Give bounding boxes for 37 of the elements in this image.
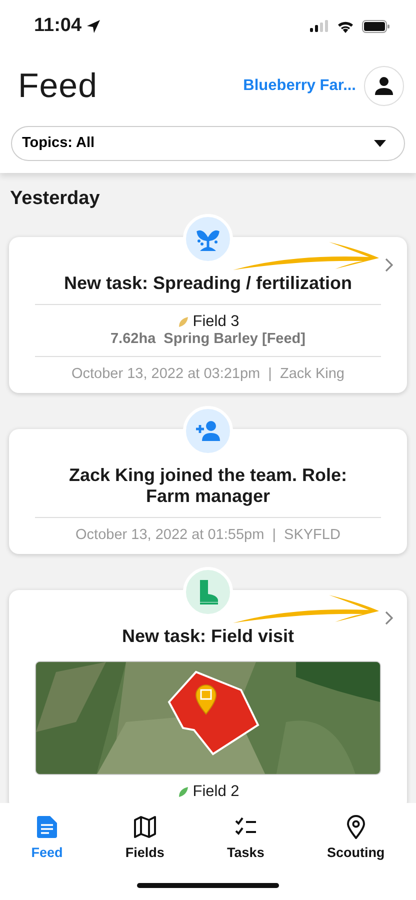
field-details: 7.62ha Spring Barley [Feed] [109, 330, 306, 348]
card-title: New task: Field visit [120, 626, 296, 646]
leaf-icon [176, 786, 189, 798]
chevron-right-icon [385, 258, 393, 272]
map-icon [134, 816, 156, 838]
section-heading: Yesterday [10, 187, 101, 211]
card-title: New task: Spreading / fertilization [62, 272, 354, 294]
tab-item[interactable]: Scouting [326, 815, 385, 864]
topics-dropdown[interactable]: Topics: All [11, 126, 405, 161]
card-meta: October 13, 2022 at 03:21pm | Zack King [70, 364, 346, 382]
profile-button[interactable] [364, 66, 404, 106]
document-icon [37, 816, 58, 838]
card-meta: October 13, 2022 at 01:55pm | SKYFLD [74, 526, 342, 544]
field-name: Field 2 [192, 782, 240, 800]
boot-icon [197, 578, 219, 604]
chevron-right-icon [385, 610, 393, 624]
person-icon [374, 76, 394, 96]
wifi-icon [337, 20, 354, 32]
tab-item[interactable]: Fields [125, 815, 164, 864]
signal-icon [310, 20, 329, 32]
checklist-icon [234, 817, 257, 837]
field-name: Field 3 [192, 312, 240, 330]
tab-item[interactable]: Feed [31, 815, 63, 864]
tab-item[interactable]: Tasks [227, 815, 264, 864]
leaf-icon [176, 316, 189, 328]
card-title: Zack King joined the team. Role: Farm manager [68, 464, 348, 506]
battery-icon [362, 20, 390, 32]
status-time: 11:04 [34, 14, 82, 38]
feed-card[interactable]: New task: Spreading / fertilization Field 3 7.62ha Spring Barley [Feed] October 13, 2022 at 03:21pm | Zack King [9, 236, 407, 392]
location-pin-icon [346, 815, 365, 839]
feed-card[interactable]: Zack King joined the team. Role: Farm manager October 13, 2022 at 01:55pm | SKYFLD [9, 428, 407, 554]
page-title: Feed [18, 66, 98, 106]
location-arrow-icon [86, 18, 101, 34]
farm-link[interactable]: Blueberry Far... [243, 74, 356, 98]
add-person-icon [195, 420, 221, 442]
caret-icon [374, 140, 386, 147]
feed-card[interactable]: New task: Field visit Field 2 [9, 590, 407, 803]
